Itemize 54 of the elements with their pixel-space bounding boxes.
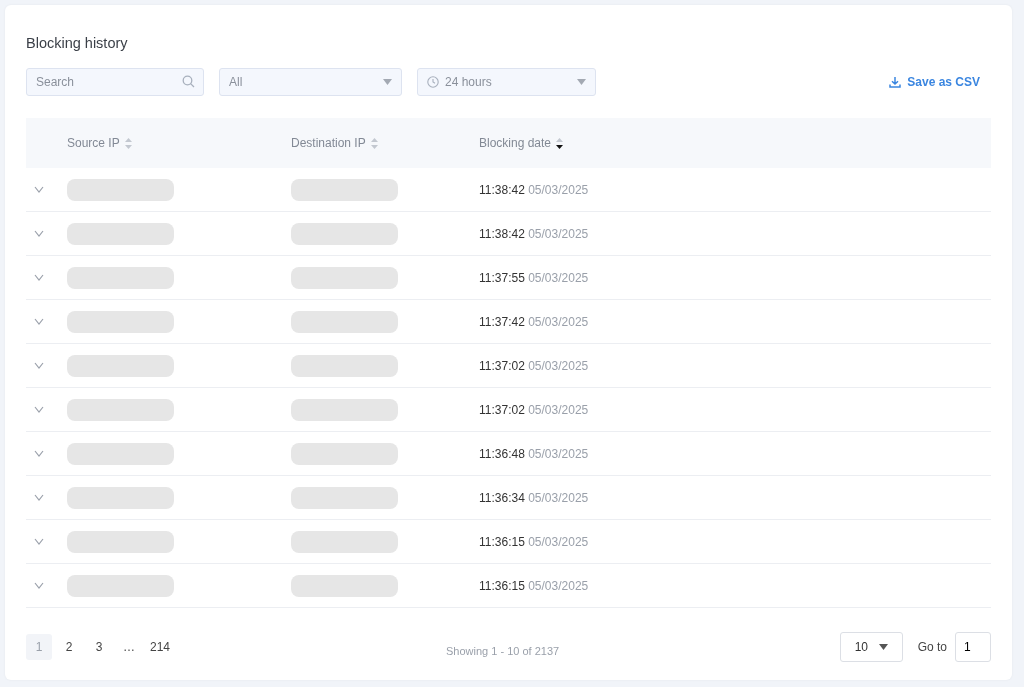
column-header[interactable]: Source IP bbox=[67, 136, 120, 150]
results-summary: Showing 1 - 10 of 2137 bbox=[446, 644, 561, 657]
filter-dropdown[interactable]: All bbox=[219, 68, 402, 96]
search-icon bbox=[182, 75, 195, 88]
date-text: 05/03/2025 bbox=[528, 534, 589, 549]
date-text: 05/03/2025 bbox=[528, 226, 589, 241]
page-title: Blocking history bbox=[26, 35, 129, 51]
date-text: 05/03/2025 bbox=[528, 490, 589, 505]
page-button[interactable]: 2 bbox=[56, 634, 82, 660]
expand-chevron-icon[interactable] bbox=[34, 450, 44, 457]
date-text: 05/03/2025 bbox=[528, 402, 589, 417]
time-text: 11:37:55 bbox=[479, 270, 525, 285]
date-text: 05/03/2025 bbox=[528, 314, 589, 329]
date-text: 05/03/2025 bbox=[528, 446, 589, 461]
page-button[interactable]: 3 bbox=[86, 634, 112, 660]
save-csv-button[interactable]: Save as CSV bbox=[889, 75, 980, 89]
time-text: 11:37:42 bbox=[479, 314, 525, 329]
clock-icon bbox=[427, 76, 439, 88]
expand-chevron-icon[interactable] bbox=[34, 318, 44, 325]
download-icon bbox=[889, 76, 902, 88]
page-button[interactable]: 214 bbox=[146, 634, 175, 660]
filter-dropdown[interactable]: 24 hours bbox=[417, 68, 596, 96]
expand-chevron-icon[interactable] bbox=[34, 494, 44, 501]
column-header[interactable]: Destination IP bbox=[291, 136, 366, 150]
time-text: 11:36:48 bbox=[479, 446, 525, 461]
expand-chevron-icon[interactable] bbox=[34, 362, 44, 369]
go-to-field[interactable]: 1 bbox=[955, 632, 991, 662]
caret-icon bbox=[383, 79, 392, 85]
time-text: 11:37:02 bbox=[479, 358, 525, 373]
date-text: 05/03/2025 bbox=[528, 270, 589, 285]
time-text: 11:37:02 bbox=[479, 402, 525, 417]
sort-icon[interactable] bbox=[556, 137, 564, 149]
time-text: 11:38:42 bbox=[479, 182, 525, 197]
caret-icon bbox=[878, 644, 888, 650]
column-header[interactable]: Blocking date bbox=[479, 136, 552, 150]
expand-chevron-icon[interactable] bbox=[34, 538, 44, 545]
expand-chevron-icon[interactable] bbox=[34, 274, 44, 281]
time-text: 11:38:42 bbox=[479, 226, 525, 241]
search-field[interactable]: Search bbox=[26, 68, 204, 96]
date-text: 05/03/2025 bbox=[528, 358, 589, 373]
page-size-dropdown[interactable]: 10 bbox=[839, 632, 903, 662]
page-button[interactable]: … bbox=[116, 634, 142, 660]
time-text: 11:36:34 bbox=[479, 490, 525, 505]
expand-chevron-icon[interactable] bbox=[34, 230, 44, 237]
date-text: 05/03/2025 bbox=[528, 182, 589, 197]
time-text: 11:36:15 bbox=[479, 578, 525, 593]
expand-chevron-icon[interactable] bbox=[34, 582, 44, 589]
page-button[interactable]: 1 bbox=[26, 634, 52, 660]
go-to-label: Go to bbox=[917, 640, 947, 654]
expand-chevron-icon[interactable] bbox=[34, 186, 44, 193]
date-text: 05/03/2025 bbox=[528, 578, 589, 593]
time-text: 11:36:15 bbox=[479, 534, 525, 549]
expand-chevron-icon[interactable] bbox=[34, 406, 44, 413]
caret-icon bbox=[577, 79, 586, 85]
